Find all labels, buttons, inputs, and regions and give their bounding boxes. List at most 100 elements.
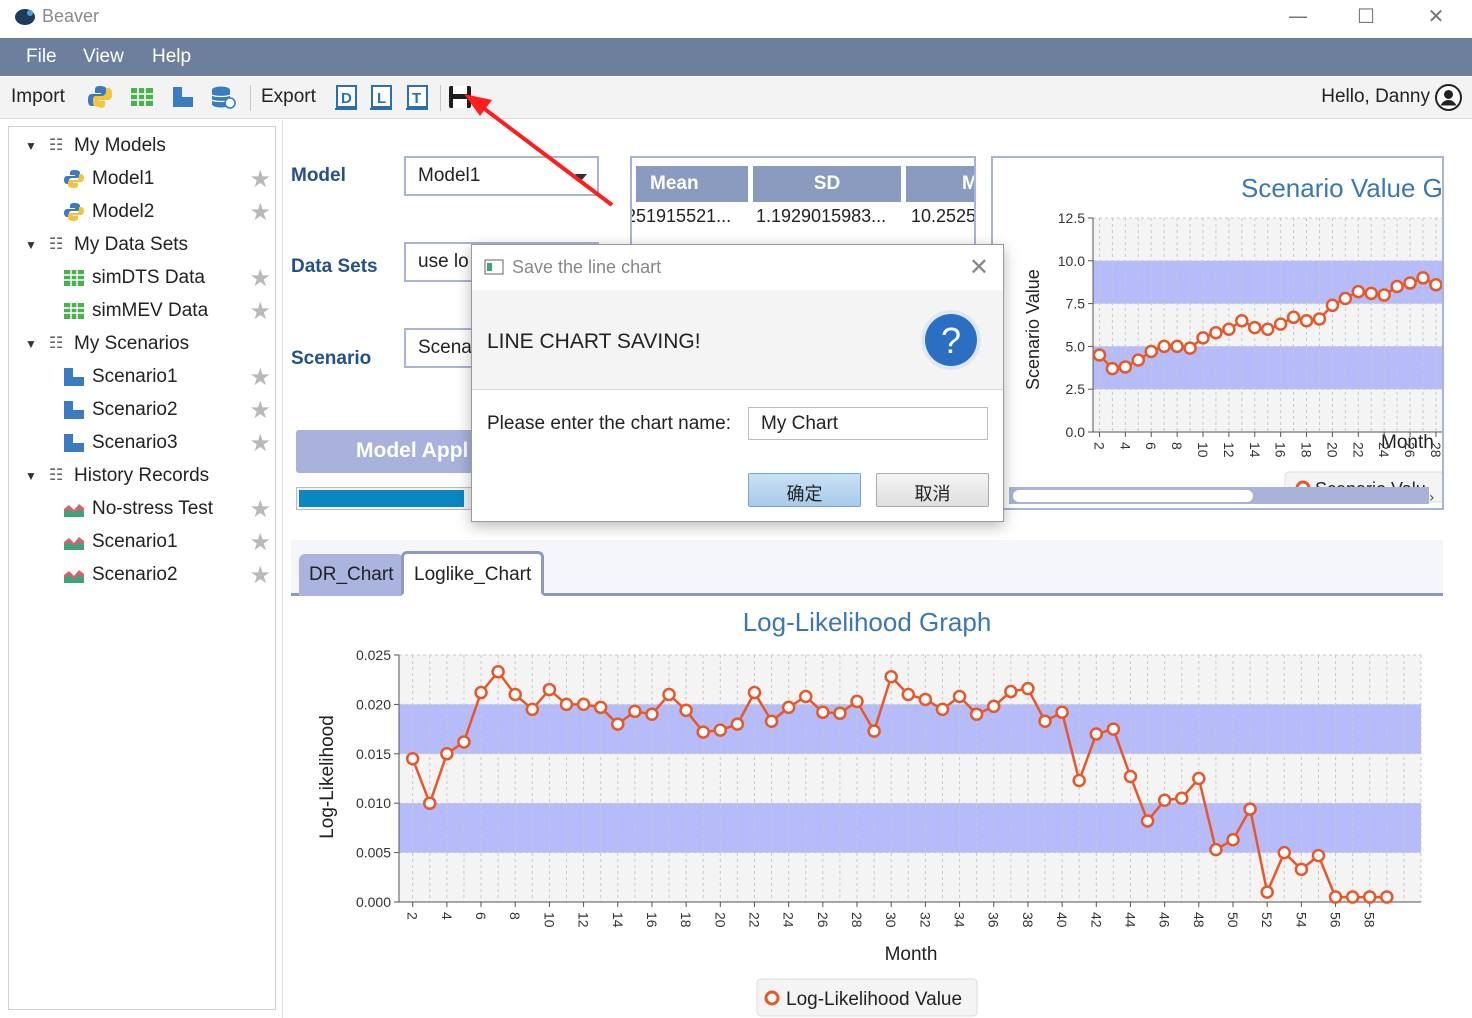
tree-item-history-scenario1[interactable]: Scenario1 ★ bbox=[9, 525, 275, 558]
favorite-star-icon[interactable]: ★ bbox=[249, 396, 271, 425]
x-tick-label: 18 bbox=[1299, 442, 1315, 458]
table-icon bbox=[64, 270, 84, 286]
data-point bbox=[1260, 885, 1274, 899]
tree-label: My Data Sets bbox=[74, 234, 189, 255]
data-point bbox=[798, 689, 813, 704]
import-python-model-icon[interactable] bbox=[86, 83, 114, 111]
minimize-button[interactable]: — bbox=[1278, 4, 1318, 30]
tree-item-simmev-data[interactable]: simMEV Data ★ bbox=[9, 294, 275, 327]
toolbar: Import Export D L T Hello, Danny bbox=[0, 77, 1472, 119]
favorite-star-icon[interactable]: ★ bbox=[249, 495, 271, 524]
y-tick-label: 2.5 bbox=[1066, 381, 1086, 397]
question-icon: ? bbox=[921, 310, 981, 370]
tree-group-my-scenarios[interactable]: ▼ ☷ My Scenarios bbox=[9, 327, 275, 360]
cancel-button[interactable]: 取消 bbox=[876, 473, 989, 507]
menu-help[interactable]: Help bbox=[152, 46, 191, 68]
legend-marker bbox=[764, 990, 780, 1006]
favorite-star-icon[interactable]: ★ bbox=[249, 561, 271, 590]
tree-group-my-data-sets[interactable]: ▼ ☷ My Data Sets bbox=[9, 228, 275, 261]
save-chart-icon[interactable] bbox=[446, 83, 474, 111]
close-window-button[interactable]: ✕ bbox=[1416, 4, 1456, 30]
data-point bbox=[1338, 291, 1353, 306]
area-chart-icon bbox=[64, 504, 84, 517]
tree-label: Model2 bbox=[92, 201, 155, 222]
data-point bbox=[1174, 791, 1189, 806]
progress-bar bbox=[296, 487, 476, 510]
data-point bbox=[781, 700, 796, 715]
data-point bbox=[576, 697, 591, 712]
data-point bbox=[593, 700, 608, 715]
model-select[interactable]: Model1 bbox=[404, 156, 599, 196]
data-point bbox=[1235, 313, 1249, 328]
data-point bbox=[1328, 890, 1343, 904]
expand-arrow-icon[interactable]: ▼ bbox=[25, 469, 37, 483]
x-tick-label: 4 bbox=[1117, 442, 1133, 450]
favorite-star-icon[interactable]: ★ bbox=[249, 165, 271, 194]
stats-cell-m: 10.2525 bbox=[911, 206, 976, 226]
data-point bbox=[405, 751, 420, 766]
y-tick-label: 0.005 bbox=[356, 845, 391, 861]
y-tick-label: 10.0 bbox=[1058, 253, 1085, 269]
data-point bbox=[901, 687, 916, 702]
import-dataset-icon[interactable] bbox=[128, 83, 156, 111]
tree-group-history-records[interactable]: ▼ ☷ History Records bbox=[9, 459, 275, 492]
menu-file[interactable]: File bbox=[26, 46, 57, 68]
tree-item-model2[interactable]: Model2 ★ bbox=[9, 195, 275, 228]
menu-view[interactable]: View bbox=[83, 46, 124, 68]
tree-item-history-scenario2[interactable]: Scenario2 ★ bbox=[9, 558, 275, 591]
tree-item-model1[interactable]: Model1 ★ bbox=[9, 162, 275, 195]
scroll-right-icon[interactable]: › bbox=[1429, 490, 1435, 506]
data-point bbox=[1192, 771, 1206, 786]
tree-item-simdts-data[interactable]: simDTS Data ★ bbox=[9, 261, 275, 294]
tab-dr-chart[interactable]: DR_Chart bbox=[299, 554, 404, 596]
data-point bbox=[1286, 310, 1301, 325]
data-point bbox=[1312, 312, 1327, 326]
x-tick-label: 38 bbox=[1020, 912, 1036, 928]
confirm-button[interactable]: 确定 bbox=[748, 473, 861, 507]
chart-name-input[interactable] bbox=[748, 407, 988, 440]
export-d-icon[interactable]: D bbox=[333, 83, 361, 111]
scrollbar-thumb[interactable] bbox=[1013, 490, 1253, 502]
x-tick-label: 34 bbox=[952, 912, 968, 928]
dropdown-arrow-icon[interactable] bbox=[575, 174, 587, 181]
tab-loglike-chart[interactable]: Loglike_Chart bbox=[401, 551, 545, 596]
tree-item-no-stress-test[interactable]: No-stress Test ★ bbox=[9, 492, 275, 525]
x-tick-label: 6 bbox=[473, 912, 489, 920]
x-tick-label: 16 bbox=[644, 912, 660, 928]
favorite-star-icon[interactable]: ★ bbox=[249, 429, 271, 458]
stats-header-mean[interactable]: Mean bbox=[636, 166, 748, 202]
export-l-icon[interactable]: L bbox=[368, 83, 396, 111]
scenario-icon bbox=[64, 401, 84, 419]
data-point bbox=[1299, 313, 1314, 328]
import-database-icon[interactable] bbox=[209, 83, 237, 111]
favorite-star-icon[interactable]: ★ bbox=[249, 528, 271, 557]
favorite-star-icon[interactable]: ★ bbox=[249, 363, 271, 392]
data-point bbox=[679, 703, 693, 718]
datasets-label: Data Sets bbox=[291, 256, 378, 277]
tree-group-my-models[interactable]: ▼ ☷ My Models bbox=[9, 129, 275, 162]
model-apply-button[interactable]: Model Appl bbox=[296, 430, 476, 473]
y-tick-label: 0.010 bbox=[356, 795, 391, 811]
expand-arrow-icon[interactable]: ▼ bbox=[25, 337, 37, 351]
dialog-window-icon bbox=[484, 259, 504, 275]
user-avatar-icon[interactable] bbox=[1435, 84, 1462, 111]
stats-header-m[interactable]: M bbox=[906, 166, 974, 202]
tree-item-scenario1[interactable]: Scenario1 ★ bbox=[9, 360, 275, 393]
expand-arrow-icon[interactable]: ▼ bbox=[25, 139, 37, 153]
export-t-icon[interactable]: T bbox=[404, 83, 432, 111]
data-point bbox=[764, 714, 779, 728]
x-tick-label: 32 bbox=[917, 912, 933, 928]
favorite-star-icon[interactable]: ★ bbox=[249, 264, 271, 293]
dialog-close-icon[interactable]: ✕ bbox=[969, 253, 989, 281]
maximize-button[interactable]: ☐ bbox=[1346, 4, 1386, 30]
stats-header-sd[interactable]: SD bbox=[753, 166, 901, 202]
import-scenario-icon[interactable] bbox=[169, 83, 197, 111]
tree-item-scenario3[interactable]: Scenario3 ★ bbox=[9, 426, 275, 459]
alternating-band bbox=[399, 704, 1421, 754]
favorite-star-icon[interactable]: ★ bbox=[249, 198, 271, 227]
expand-arrow-icon[interactable]: ▼ bbox=[25, 238, 37, 252]
favorite-star-icon[interactable]: ★ bbox=[249, 297, 271, 326]
data-point bbox=[1196, 331, 1210, 345]
tree-item-scenario2[interactable]: Scenario2 ★ bbox=[9, 393, 275, 426]
x-tick-label: 36 bbox=[986, 912, 1002, 928]
